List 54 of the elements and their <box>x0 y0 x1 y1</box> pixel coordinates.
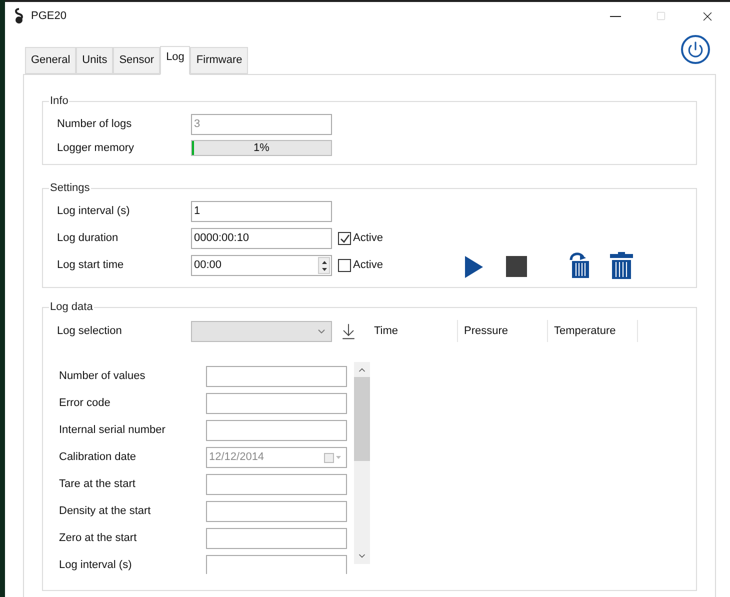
column-header[interactable]: Time <box>368 320 458 342</box>
tab[interactable]: Sensor <box>113 47 160 74</box>
progress-reading: 1% <box>254 141 270 156</box>
text-field[interactable]: 0000:00:10 <box>191 228 332 249</box>
group-title: Settings <box>49 181 91 195</box>
scrollbar[interactable] <box>354 362 370 564</box>
field-label: Tare at the start <box>58 477 136 492</box>
field-label: Density at the start <box>58 504 152 520</box>
scrollbar-thumb[interactable] <box>354 377 370 461</box>
play-icon[interactable] <box>464 256 483 278</box>
field-label: Log duration <box>56 231 120 246</box>
tab[interactable]: Firmware <box>190 47 248 74</box>
field-label: Logger memory <box>56 141 136 156</box>
calendar-icon[interactable] <box>324 452 342 462</box>
time-spinner[interactable]: 00:00 <box>191 255 332 276</box>
text-field[interactable] <box>206 501 347 522</box>
text-field[interactable]: 1 <box>191 201 332 222</box>
tab[interactable]: Units <box>76 47 114 74</box>
field-label: Error code <box>58 396 112 412</box>
text-field[interactable] <box>206 555 347 574</box>
maximize-icon <box>656 11 666 21</box>
field-label: Zero at the start <box>58 531 138 546</box>
column-header[interactable]: Pressure <box>458 320 548 342</box>
field-label: Log selection <box>56 324 123 339</box>
stop-icon[interactable] <box>506 256 527 277</box>
text-field[interactable] <box>206 420 347 441</box>
check-icon <box>340 234 350 244</box>
column-header[interactable]: Temperature <box>548 320 638 342</box>
field-label: Log start time <box>56 258 125 274</box>
text-field[interactable] <box>206 528 347 549</box>
trash-refresh-icon[interactable] <box>568 252 592 279</box>
checkbox[interactable] <box>338 232 351 245</box>
checkbox-label: Active <box>353 258 383 274</box>
log-selection-dropdown[interactable] <box>191 320 332 342</box>
checkbox-label: Active <box>353 231 383 246</box>
field-label: Log interval (s) <box>56 204 131 220</box>
tab[interactable]: Log <box>160 46 190 75</box>
field-label: Number of logs <box>56 117 133 132</box>
spin-buttons-icon[interactable] <box>318 257 330 274</box>
field-label: Log interval (s) <box>58 558 133 574</box>
checkbox[interactable] <box>338 259 351 272</box>
power-icon <box>687 41 704 58</box>
app-logo-icon <box>13 8 25 24</box>
tab[interactable]: General <box>25 47 76 74</box>
field-label: Calibration date <box>58 450 138 466</box>
text-field[interactable] <box>206 393 347 414</box>
power-button[interactable] <box>681 35 710 64</box>
text-field[interactable] <box>206 474 347 495</box>
text-field[interactable] <box>206 366 347 387</box>
field-label: Number of values <box>58 369 146 384</box>
group-title: Log data <box>49 300 94 314</box>
trash-icon[interactable] <box>610 252 633 279</box>
window-title: PGE20 <box>31 8 66 24</box>
field-label: Internal serial number <box>58 423 166 438</box>
